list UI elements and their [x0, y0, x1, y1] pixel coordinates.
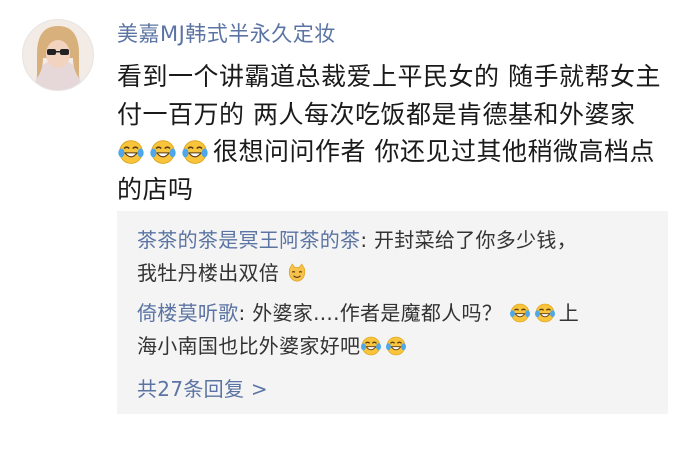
laughing-crying-emoji [534, 302, 556, 324]
comment-line-2: 付一百万的 两人每次吃饭都是肯德基和外婆家 [117, 99, 636, 129]
comment-line-3: 很想问问作者 你还见过其他稍微高档点 [117, 133, 677, 171]
reply-item: 倚楼莫听歌: 外婆家....作者是魔都人吗？ 上 海小南国也比外婆家好吧 [137, 297, 657, 363]
laughing-crying-emoji [149, 138, 177, 166]
laughing-crying-emoji [360, 335, 382, 357]
reply-text: 海小南国也比外婆家好吧 [137, 334, 361, 358]
comment-username[interactable]: 美嘉MJ韩式半永久定妆 [117, 18, 336, 48]
comment-line-4: 的店吗 [117, 174, 194, 204]
laughing-crying-emoji [181, 138, 209, 166]
reply-username[interactable]: 茶茶的茶是冥王阿茶的茶 [137, 228, 360, 252]
reply-item: 茶茶的茶是冥王阿茶的茶: 开封菜给了你多少钱， 我牡丹楼出双倍 [137, 224, 657, 290]
reply-text: : 开封菜给了你多少钱， [360, 228, 578, 252]
laughing-crying-emoji [385, 335, 407, 357]
reply-section: 茶茶的茶是冥王阿茶的茶: 开封菜给了你多少钱， 我牡丹楼出双倍 倚楼莫听歌: 外… [117, 211, 668, 414]
reply-text: 我牡丹楼出双倍 [137, 261, 280, 285]
cat-smile-emoji [288, 263, 305, 282]
comment-line-1: 看到一个讲霸道总裁爱上平民女的 随手就帮女主 [117, 62, 661, 91]
laughing-crying-emoji [117, 138, 145, 166]
more-replies-link[interactable]: 共27条回复 > [137, 373, 268, 402]
reply-username[interactable]: 倚楼莫听歌 [137, 301, 239, 325]
reply-text: : 外婆家....作者是魔都人吗？ [238, 301, 503, 325]
reply-text-suffix: 上 [558, 301, 580, 325]
laughing-crying-emoji [509, 302, 531, 324]
avatar[interactable] [22, 19, 94, 91]
comment-body: 看到一个讲霸道总裁爱上平民女的 随手就帮女主 付一百万的 两人每次吃饭都是肯德基… [117, 58, 677, 208]
comment-line-3-text: 很想问问作者 你还见过其他稍微高档点 [213, 137, 655, 166]
